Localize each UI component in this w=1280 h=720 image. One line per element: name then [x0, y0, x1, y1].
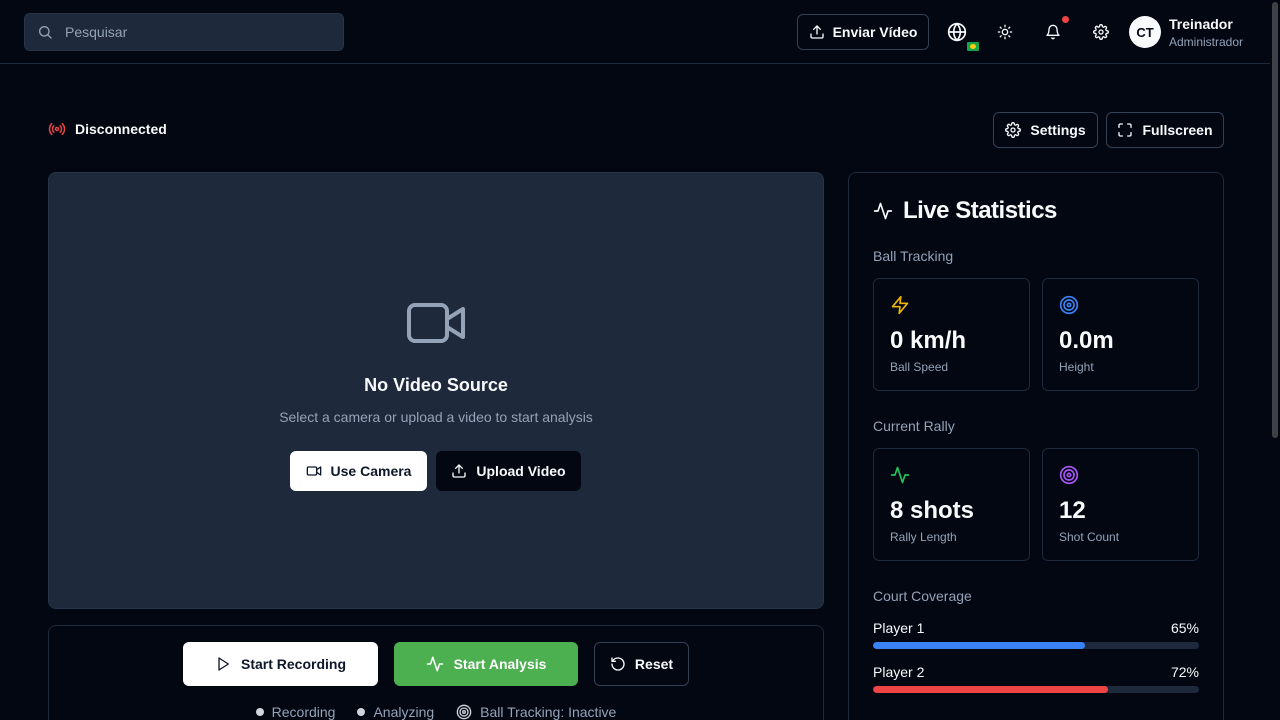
analyzing-indicator: Analyzing — [357, 704, 434, 720]
reset-button[interactable]: Reset — [594, 642, 689, 686]
analyzing-dot — [357, 708, 366, 716]
search-icon — [37, 24, 53, 40]
player-1-progress-track — [873, 642, 1199, 649]
ball-speed-label: Ball Speed — [890, 360, 949, 374]
ball-tracking-section-label: Ball Tracking — [873, 248, 954, 264]
brazil-flag-icon — [967, 42, 979, 51]
start-recording-label: Start Recording — [240, 656, 346, 672]
upload-video-label: Upload Video — [476, 463, 566, 479]
upload-video-header-label: Enviar Vídeo — [832, 24, 918, 40]
shot-count-value: 12 — [1059, 497, 1086, 524]
live-statistics-header: Live Statistics — [873, 197, 1057, 225]
globe-icon — [947, 22, 967, 42]
ball-speed-card: 0 km/h Ball Speed — [873, 278, 1030, 391]
activity-icon — [426, 655, 444, 673]
shot-count-label: Shot Count — [1059, 530, 1120, 544]
use-camera-button[interactable]: Use Camera — [290, 451, 427, 491]
start-analysis-label: Start Analysis — [453, 656, 547, 672]
activity-icon — [873, 201, 893, 221]
settings-header-button[interactable] — [1085, 16, 1117, 48]
reset-label: Reset — [634, 656, 674, 672]
lightning-icon — [890, 295, 910, 315]
shot-count-card: 12 Shot Count — [1042, 448, 1199, 561]
player-1-percent: 65% — [1170, 620, 1199, 636]
status-indicators: Recording Analyzing Ball Tracking: Inact… — [49, 704, 823, 720]
ball-speed-value: 0 km/h — [890, 327, 967, 354]
player-2-percent: 72% — [1170, 664, 1199, 680]
recording-indicator-label: Recording — [271, 704, 336, 720]
connection-status-label: Disconnected — [75, 121, 167, 137]
user-name: Treinador — [1169, 16, 1233, 32]
recording-indicator: Recording — [255, 704, 336, 720]
player-1-name: Player 1 — [873, 620, 925, 636]
scrollbar-thumb[interactable] — [1272, 2, 1278, 438]
upload-icon — [809, 24, 825, 40]
court-coverage-section-label: Court Coverage — [873, 588, 972, 604]
current-rally-section-label: Current Rally — [873, 418, 955, 434]
settings-button[interactable]: Settings — [993, 112, 1098, 148]
sun-icon — [997, 24, 1013, 40]
video-icon — [306, 463, 322, 479]
avatar[interactable]: CT — [1129, 16, 1161, 48]
use-camera-label: Use Camera — [330, 463, 412, 479]
fullscreen-button[interactable]: Fullscreen — [1106, 112, 1224, 148]
no-video-title: No Video Source — [364, 375, 508, 395]
player-2-progress-track — [873, 686, 1199, 693]
maximize-icon — [1117, 122, 1133, 138]
upload-video-header-button[interactable]: Enviar Vídeo — [797, 14, 929, 50]
bell-icon — [1045, 24, 1061, 40]
live-statistics-title: Live Statistics — [903, 197, 1057, 224]
player-2-name: Player 2 — [873, 664, 925, 680]
user-role: Administrador — [1169, 35, 1244, 49]
target-icon — [1059, 465, 1079, 485]
start-analysis-button[interactable]: Start Analysis — [394, 642, 578, 686]
ball-height-value: 0.0m — [1059, 327, 1114, 354]
start-recording-button[interactable]: Start Recording — [183, 642, 378, 686]
video-panel: No Video Source Select a camera or uploa… — [48, 172, 824, 609]
search-input[interactable] — [65, 14, 335, 50]
theme-toggle-button[interactable] — [989, 16, 1021, 48]
radio-signal-icon — [48, 120, 66, 138]
recording-dot — [255, 708, 264, 716]
player-1-progress-fill — [873, 642, 1085, 649]
play-icon — [215, 656, 231, 672]
analyzing-indicator-label: Analyzing — [373, 704, 435, 720]
notification-badge — [1062, 16, 1069, 23]
ball-tracking-indicator-label: Ball Tracking: Inactive — [480, 704, 617, 720]
gear-icon — [1005, 122, 1022, 138]
no-video-subtitle: Select a camera or upload a video to sta… — [279, 409, 593, 425]
page-scrollbar[interactable] — [1270, 0, 1280, 720]
rotate-ccw-icon — [610, 656, 626, 672]
target-icon — [1059, 295, 1079, 315]
upload-icon — [451, 463, 467, 479]
activity-icon — [890, 465, 910, 485]
target-icon — [456, 704, 472, 720]
connection-status: Disconnected — [48, 120, 167, 138]
fullscreen-button-label: Fullscreen — [1142, 122, 1213, 138]
ball-height-card: 0.0m Height — [1042, 278, 1199, 391]
rally-length-label: Rally Length — [890, 530, 957, 544]
search-box[interactable] — [24, 13, 344, 51]
ball-tracking-indicator: Ball Tracking: Inactive — [456, 704, 616, 720]
rally-length-value: 8 shots — [890, 497, 975, 524]
ball-height-label: Height — [1059, 360, 1094, 374]
top-header: Enviar Vídeo CT Treinador Administrador — [0, 0, 1270, 64]
player-2-progress-fill — [873, 686, 1108, 693]
upload-video-button[interactable]: Upload Video — [436, 451, 581, 491]
video-camera-icon — [407, 301, 467, 345]
gear-icon — [1093, 24, 1109, 40]
rally-length-card: 8 shots Rally Length — [873, 448, 1030, 561]
settings-button-label: Settings — [1030, 122, 1086, 138]
live-statistics-panel: Live Statistics Ball Tracking 0 km/h Bal… — [848, 172, 1224, 720]
controls-panel: Start Recording Start Analysis Reset Rec… — [48, 625, 824, 720]
